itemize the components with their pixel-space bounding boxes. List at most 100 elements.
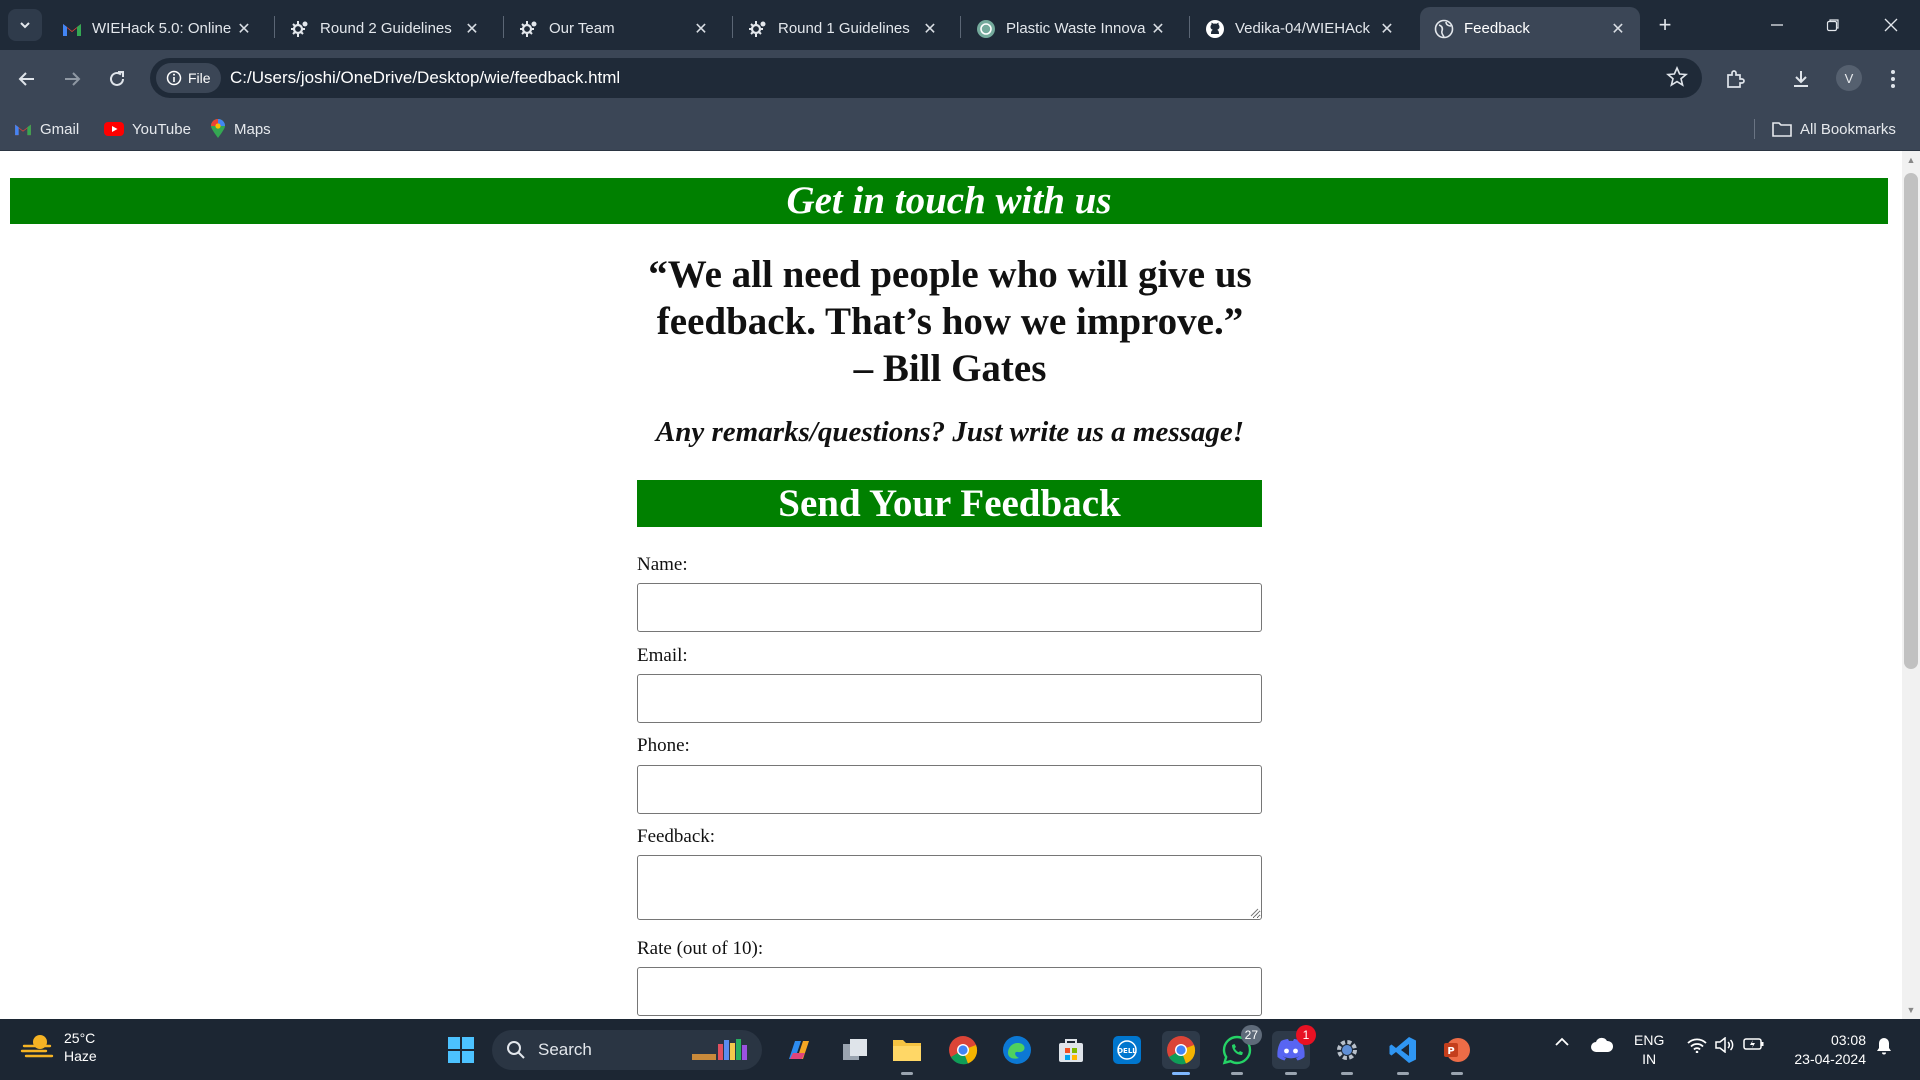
search-icon [506, 1040, 526, 1060]
tab-round1[interactable]: Round 1 Guidelines ✕ [734, 7, 952, 50]
taskbar-task-view[interactable] [836, 1031, 874, 1069]
bookmark-label: YouTube [132, 120, 191, 138]
vertical-scrollbar[interactable]: ▲ ▼ [1902, 151, 1920, 1019]
taskbar-file-explorer[interactable] [888, 1031, 926, 1075]
clock[interactable]: 03:08 23-04-2024 [1786, 1031, 1866, 1069]
chrome-icon [949, 1036, 978, 1065]
taskbar-whatsapp[interactable]: 27 [1218, 1025, 1262, 1075]
taskbar-edge[interactable] [998, 1031, 1036, 1069]
start-button[interactable] [442, 1031, 480, 1069]
scroll-down-icon[interactable]: ▼ [1906, 1005, 1916, 1015]
edge-icon [1003, 1036, 1031, 1064]
taskbar: 25°C Haze Search DELL 27 1 P ENG IN 03:0… [0, 1019, 1920, 1080]
discord-badge: 1 [1296, 1025, 1316, 1045]
profile-avatar[interactable]: V [1836, 65, 1862, 91]
tab-plastic-waste[interactable]: Plastic Waste Innova ✕ [962, 7, 1180, 50]
bookmark-label: Maps [234, 120, 271, 138]
bookmark-youtube[interactable]: YouTube [104, 117, 191, 141]
download-icon [1794, 71, 1808, 87]
tab-feedback[interactable]: Feedback ✕ [1420, 7, 1640, 50]
speaker-icon [1715, 1037, 1734, 1053]
scroll-thumb[interactable] [1904, 173, 1918, 669]
taskbar-dell[interactable]: DELL [1108, 1031, 1146, 1069]
name-input[interactable] [637, 583, 1262, 632]
close-icon[interactable]: ✕ [691, 19, 711, 39]
chevron-down-icon [20, 22, 30, 29]
rate-input[interactable] [637, 967, 1262, 1016]
svg-text:P: P [1447, 1046, 1454, 1057]
volume-tray[interactable] [1714, 1037, 1736, 1053]
all-bookmarks-button[interactable]: All Bookmarks [1772, 117, 1896, 141]
scroll-up-icon[interactable]: ▲ [1906, 155, 1916, 165]
weather-condition: Haze [64, 1048, 97, 1064]
site-info-chip[interactable]: File [156, 63, 221, 93]
tab-title: Round 1 Guidelines [778, 20, 910, 37]
clock-time: 03:08 [1830, 1032, 1866, 1048]
bookmark-maps[interactable]: Maps [210, 117, 271, 141]
back-button[interactable] [12, 64, 42, 94]
quote: “We all need people who will give us fee… [580, 251, 1320, 392]
restore-button[interactable] [1818, 10, 1848, 40]
minimize-icon [1771, 24, 1783, 26]
taskbar-copilot[interactable] [780, 1031, 818, 1069]
close-icon[interactable]: ✕ [462, 19, 482, 39]
address-bar[interactable]: File C:/Users/joshi/OneDrive/Desktop/wie… [150, 58, 1702, 98]
taskbar-chrome-active[interactable] [1162, 1031, 1200, 1075]
whatsapp-badge: 27 [1240, 1025, 1262, 1045]
battery-tray[interactable] [1742, 1037, 1766, 1051]
close-icon[interactable]: ✕ [1148, 19, 1168, 39]
tab-round2[interactable]: Round 2 Guidelines ✕ [276, 7, 494, 50]
menu-button[interactable] [1878, 64, 1908, 94]
close-icon[interactable]: ✕ [920, 19, 940, 39]
forward-button[interactable] [57, 64, 87, 94]
tab-search-dropdown[interactable] [8, 9, 42, 41]
close-icon[interactable]: ✕ [234, 19, 254, 39]
wifi-tray[interactable] [1686, 1037, 1708, 1053]
taskbar-discord[interactable]: 1 [1272, 1025, 1316, 1075]
remarks-text: Any remarks/questions? Just write us a m… [655, 416, 1245, 448]
bookmarks-separator [1754, 119, 1755, 139]
close-icon[interactable]: ✕ [1377, 19, 1397, 39]
language-indicator[interactable]: ENG IN [1634, 1031, 1664, 1069]
new-tab-button[interactable]: + [1652, 12, 1678, 38]
minimize-button[interactable] [1762, 10, 1792, 40]
reload-button[interactable] [102, 64, 132, 94]
tab-title: Plastic Waste Innova [1006, 20, 1146, 37]
url-text[interactable]: C:/Users/joshi/OneDrive/Desktop/wie/feed… [230, 68, 620, 88]
bookmark-gmail[interactable]: Gmail [14, 117, 79, 141]
weather-widget[interactable]: 25°C Haze [20, 1029, 97, 1065]
downloads-button[interactable] [1786, 64, 1816, 94]
feedback-textarea[interactable] [637, 855, 1262, 920]
close-icon[interactable]: ✕ [1608, 19, 1628, 39]
reload-icon [110, 71, 124, 86]
star-icon[interactable] [1665, 65, 1689, 93]
phone-label: Phone: [637, 735, 690, 756]
gmail-icon [14, 122, 32, 136]
close-icon [1884, 18, 1898, 32]
haze-sun-icon [20, 1035, 54, 1058]
tab-github[interactable]: Vedika-04/WIEHAck ✕ [1191, 7, 1409, 50]
taskbar-vscode[interactable] [1384, 1031, 1422, 1075]
tab-title: Feedback [1464, 20, 1530, 37]
email-input[interactable] [637, 674, 1262, 723]
gear-people-icon [290, 19, 310, 39]
tab-wiehack[interactable]: WIEHack 5.0: Online ✕ [48, 7, 266, 50]
taskbar-powerpoint[interactable]: P [1438, 1031, 1476, 1075]
taskbar-search[interactable]: Search [492, 1030, 762, 1070]
phone-input[interactable] [637, 765, 1262, 814]
running-indicator [1172, 1072, 1190, 1075]
tab-bar: WIEHack 5.0: Online ✕ Round 2 Guidelines… [0, 0, 1920, 50]
notifications-button[interactable] [1874, 1037, 1894, 1055]
taskbar-store[interactable] [1052, 1031, 1090, 1069]
browser-toolbar: File C:/Users/joshi/OneDrive/Desktop/wie… [0, 50, 1920, 107]
show-hidden-icons[interactable] [1552, 1037, 1572, 1047]
clock-date: 23-04-2024 [1794, 1051, 1866, 1067]
resize-grip-icon[interactable] [1249, 907, 1259, 917]
bell-icon [1877, 1038, 1891, 1055]
taskbar-chrome[interactable] [944, 1031, 982, 1069]
close-window-button[interactable] [1876, 10, 1906, 40]
taskbar-settings[interactable] [1328, 1031, 1366, 1075]
tab-our-team[interactable]: Our Team ✕ [505, 7, 723, 50]
extensions-button[interactable] [1720, 64, 1750, 94]
onedrive-tray[interactable] [1588, 1037, 1616, 1053]
